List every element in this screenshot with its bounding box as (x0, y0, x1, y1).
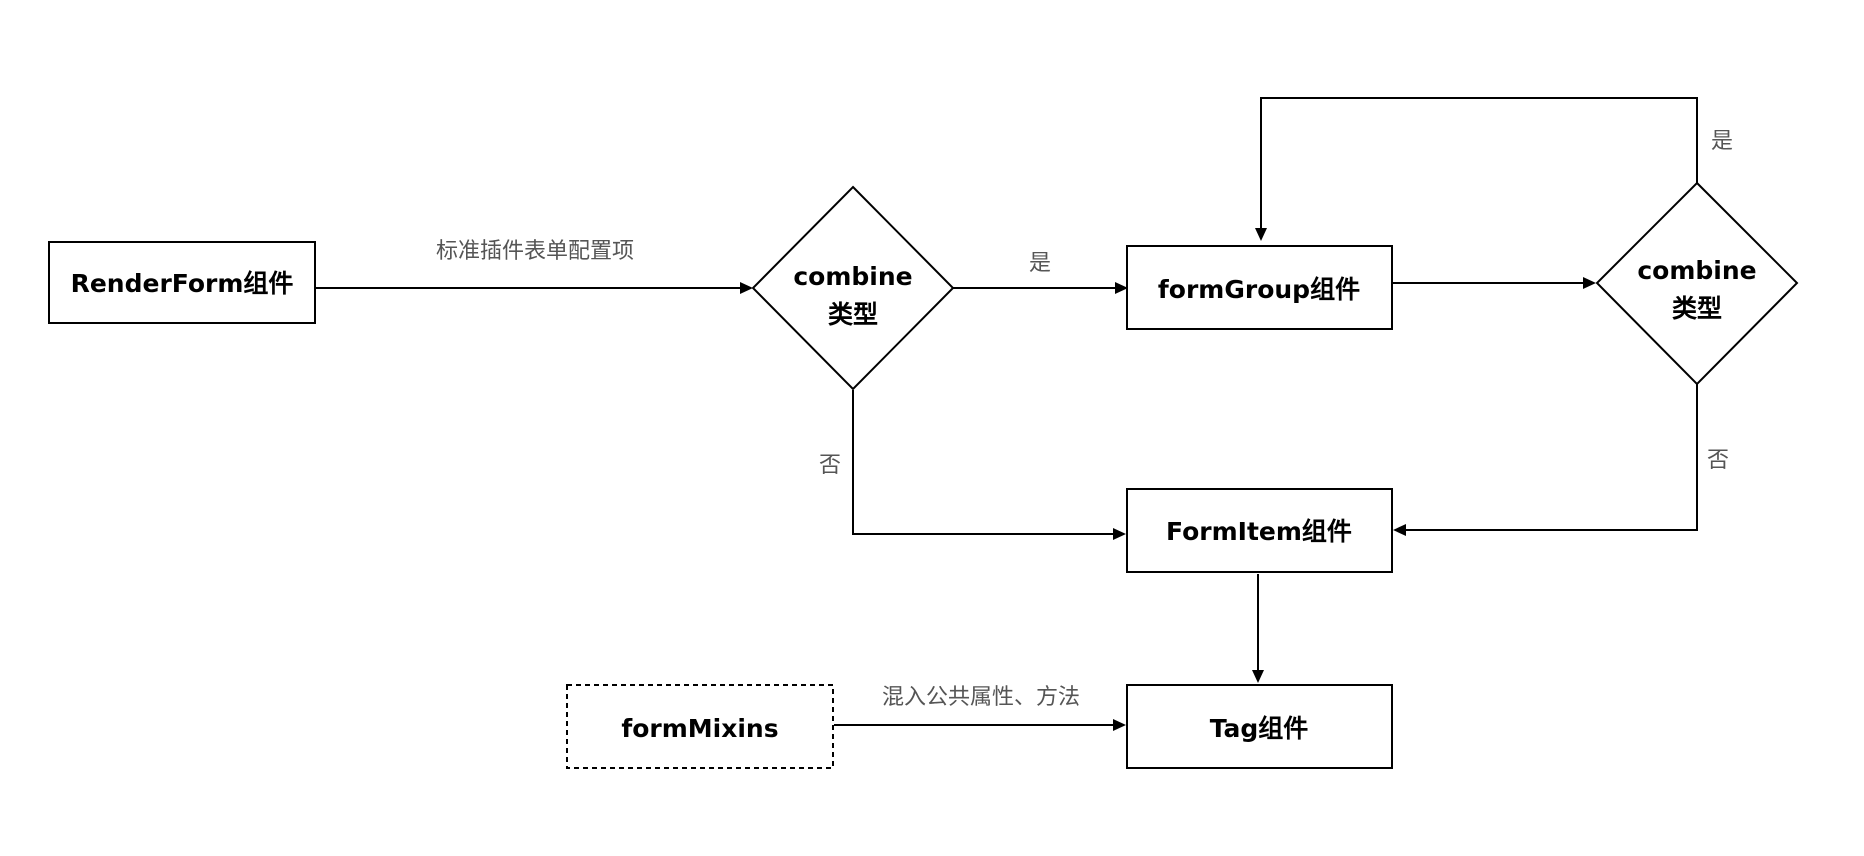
edge-label-config-items: 标准插件表单配置项 (436, 239, 634, 264)
edge-label-mixins: 混入公共属性、方法 (882, 685, 1080, 710)
node-renderform: RenderForm组件 (48, 241, 316, 324)
edge-combine-to-formitem (852, 390, 1126, 540)
node-combine-right-line2: 类型 (1672, 294, 1722, 323)
edge-renderform-to-combine (316, 282, 753, 294)
edge-label-right-yes: 是 (1711, 129, 1733, 154)
node-combine-left: combine 类型 (751, 185, 955, 391)
node-formgroup-label: formGroup组件 (1158, 275, 1360, 304)
flowchart: 标准插件表单配置项 是 否 是 否 混入公共属性、方法 RenderForm组件… (48, 97, 1799, 769)
node-combine-left-line2: 类型 (828, 300, 878, 329)
node-renderform-label: RenderForm组件 (71, 269, 294, 298)
node-tag: Tag组件 (1126, 684, 1393, 769)
node-formitem: FormItem组件 (1126, 488, 1393, 573)
node-formgroup: formGroup组件 (1126, 245, 1393, 330)
node-formmixins: formMixins (566, 684, 834, 769)
edge-label-right-no: 否 (1707, 448, 1729, 473)
edge-combine-right-to-formitem (1393, 384, 1698, 536)
edge-combine-right-loop-to-formgroup (1255, 97, 1698, 241)
edge-formitem-to-tag (1252, 574, 1264, 683)
node-combine-right-line1: combine (1637, 256, 1756, 285)
node-tag-label: Tag组件 (1210, 714, 1309, 743)
edge-label-left-yes: 是 (1029, 251, 1051, 276)
node-formitem-label: FormItem组件 (1166, 517, 1352, 546)
edge-combine-to-formgroup (953, 282, 1128, 294)
edge-formgroup-to-combine-right (1392, 277, 1596, 289)
node-combine-right: combine 类型 (1595, 181, 1799, 386)
node-formmixins-label: formMixins (621, 714, 778, 743)
edge-label-left-no: 否 (819, 453, 841, 478)
edge-formmixins-to-tag (834, 719, 1126, 731)
node-combine-left-line1: combine (793, 262, 912, 291)
